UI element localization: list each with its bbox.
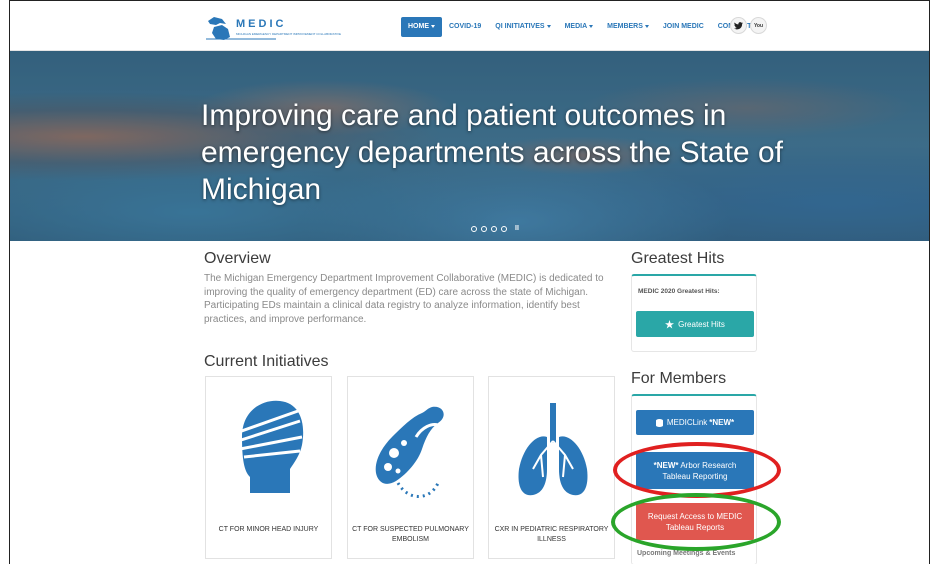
hero-banner: Improving care and patient outcomes in e…	[10, 51, 929, 241]
browser-viewport: MEDIC MICHIGAN EMERGENCY DEPARTMENT IMPR…	[9, 0, 930, 564]
twitter-glyph	[734, 21, 743, 29]
nav-covid[interactable]: COVID-19	[442, 17, 488, 37]
upcoming-meetings-label[interactable]: Upcoming Meetings & Events	[637, 550, 735, 557]
overview-title: Overview	[204, 250, 271, 267]
nav-qi-label: QI INITIATIVES	[495, 23, 545, 30]
chevron-down-icon	[546, 24, 551, 28]
medic-link-label: MEDICLink	[666, 418, 708, 427]
pulmonary-embolism-icon	[375, 406, 444, 498]
arbor-research-tableau-button[interactable]: *NEW* Arbor Research Tableau Reporting	[636, 452, 754, 489]
arbor-new-badge: *NEW*	[653, 460, 679, 470]
initiative-label: CT FOR MINOR HEAD INJURY	[218, 526, 319, 533]
youtube-glyph: You	[753, 22, 764, 29]
carousel-indicators: II	[471, 225, 519, 232]
twitter-icon[interactable]	[730, 17, 747, 34]
medic-link-button[interactable]: MEDICLink *NEW*	[636, 410, 754, 435]
logo-subtext: MICHIGAN EMERGENCY DEPARTMENT IMPROVEMEN…	[236, 32, 342, 36]
members-panel: MEDICLink *NEW* *NEW* Arbor Research Tab…	[631, 394, 757, 564]
arbor-label-wrap: *NEW* Arbor Research Tableau Reporting	[642, 460, 748, 482]
pause-icon[interactable]: II	[515, 225, 519, 232]
logo-text[interactable]: MEDIC	[236, 18, 286, 30]
greatest-hits-title: Greatest Hits	[631, 250, 725, 267]
nav-media[interactable]: MEDIA	[558, 17, 601, 37]
nav-qi-initiatives[interactable]: QI INITIATIVES	[488, 17, 557, 37]
carousel-dot[interactable]	[471, 225, 477, 232]
chevron-down-icon	[644, 24, 649, 28]
carousel-dot[interactable]	[501, 225, 507, 232]
carousel-dot[interactable]	[491, 225, 497, 232]
chevron-down-icon	[589, 24, 594, 28]
site-header: MEDIC MICHIGAN EMERGENCY DEPARTMENT IMPR…	[10, 1, 929, 51]
initiative-card-pulmonary-embolism[interactable]: CT FOR SUSPECTED PULMONARY EMBOLISM	[347, 376, 474, 559]
youtube-icon[interactable]: You	[750, 17, 767, 34]
initiative-card-head-injury[interactable]: CT FOR MINOR HEAD INJURY	[205, 376, 332, 559]
database-icon	[655, 418, 663, 427]
medic-link-new-badge: *NEW*	[709, 418, 735, 427]
hero-title: Improving care and patient outcomes in e…	[201, 99, 783, 206]
nav-media-label: MEDIA	[564, 23, 588, 30]
greatest-hits-button[interactable]: Greatest Hits	[636, 311, 754, 337]
initiative-label: CT FOR SUSPECTED PULMONARY EMBOLISM	[352, 526, 469, 543]
chevron-down-icon	[431, 24, 435, 28]
greatest-hits-button-label: Greatest Hits	[678, 319, 725, 329]
nav-members-label: MEMBERS	[607, 23, 643, 30]
for-members-title: For Members	[631, 370, 727, 387]
overview-text: The Michigan Emergency Department Improv…	[204, 273, 604, 325]
greatest-hits-subtitle: MEDIC 2020 Greatest Hits:	[638, 288, 720, 295]
nav-join-label: JOIN MEDIC	[662, 23, 704, 30]
initiative-label: CXR IN PEDIATRIC RESPIRATORY ILLNESS	[494, 526, 609, 543]
nav-members[interactable]: MEMBERS	[600, 17, 656, 37]
lungs-icon	[518, 403, 588, 496]
main-nav: HOME COVID-19 QI INITIATIVES MEDIA MEMBE…	[401, 17, 770, 37]
head-injury-icon	[235, 400, 304, 493]
nav-home[interactable]: HOME	[401, 17, 442, 37]
request-access-tableau-button[interactable]: Request Access to MEDIC Tableau Reports	[636, 503, 754, 540]
nav-covid-label: COVID-19	[449, 23, 482, 30]
initiatives-title: Current Initiatives	[204, 353, 329, 370]
initiative-card-pediatric-respiratory[interactable]: CXR IN PEDIATRIC RESPIRATORY ILLNESS	[488, 376, 615, 559]
request-access-label: Request Access to MEDIC Tableau Reports	[647, 511, 743, 532]
nav-join-medic[interactable]: JOIN MEDIC	[656, 17, 711, 37]
star-icon	[665, 319, 675, 329]
nav-home-label: HOME	[408, 23, 429, 30]
carousel-dot[interactable]	[481, 225, 487, 232]
greatest-hits-panel: MEDIC 2020 Greatest Hits: Greatest Hits	[631, 274, 757, 352]
